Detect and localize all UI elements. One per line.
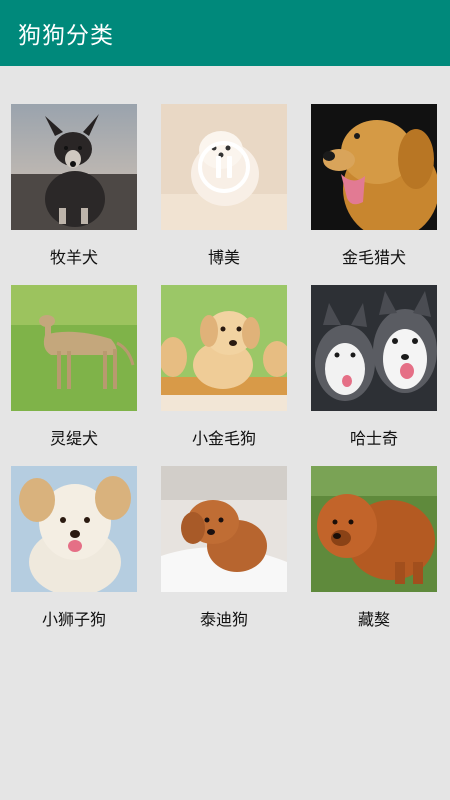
breed-card-teddy-dog[interactable]: 泰迪狗: [161, 466, 287, 636]
breed-label: 小狮子狗: [41, 610, 106, 629]
breed-label: 金毛猎犬: [341, 248, 406, 267]
breed-card-golden-retriever[interactable]: 金毛猎犬: [311, 104, 437, 274]
app-bar: 狗狗分类: [0, 0, 450, 66]
breed-label: 小金毛狗: [191, 429, 256, 448]
teddy-dog-photo: [161, 466, 287, 592]
breed-label: 哈士奇: [349, 429, 398, 448]
shepherd-dog-photo: [11, 104, 137, 230]
breed-card-shepherd[interactable]: 牧羊犬: [11, 104, 137, 274]
golden-puppy-photo: [161, 285, 287, 411]
breed-label: 牧羊犬: [49, 248, 98, 267]
breed-card-husky[interactable]: 哈士奇: [311, 285, 437, 455]
breed-card-greyhound[interactable]: 灵缇犬: [11, 285, 137, 455]
breed-card-tibetan-mastiff[interactable]: 藏獒: [311, 466, 437, 636]
breed-card-pomeranian[interactable]: 博美: [161, 104, 287, 274]
breed-label: 博美: [207, 248, 240, 267]
little-lion-dog-photo: [11, 466, 137, 592]
breed-card-little-lion-dog[interactable]: 小狮子狗: [11, 466, 137, 636]
pomeranian-photo: [161, 104, 287, 230]
breed-label: 灵缇犬: [49, 429, 98, 448]
breed-card-golden-puppy[interactable]: 小金毛狗: [161, 285, 287, 455]
golden-retriever-photo: [311, 104, 437, 230]
page-title: 狗狗分类: [18, 23, 114, 49]
pause-icon: [198, 141, 250, 193]
greyhound-photo: [11, 285, 137, 411]
breed-label: 泰迪狗: [199, 610, 248, 629]
husky-photo: [311, 285, 437, 411]
tibetan-mastiff-photo: [311, 466, 437, 592]
breed-label: 藏獒: [357, 610, 390, 629]
